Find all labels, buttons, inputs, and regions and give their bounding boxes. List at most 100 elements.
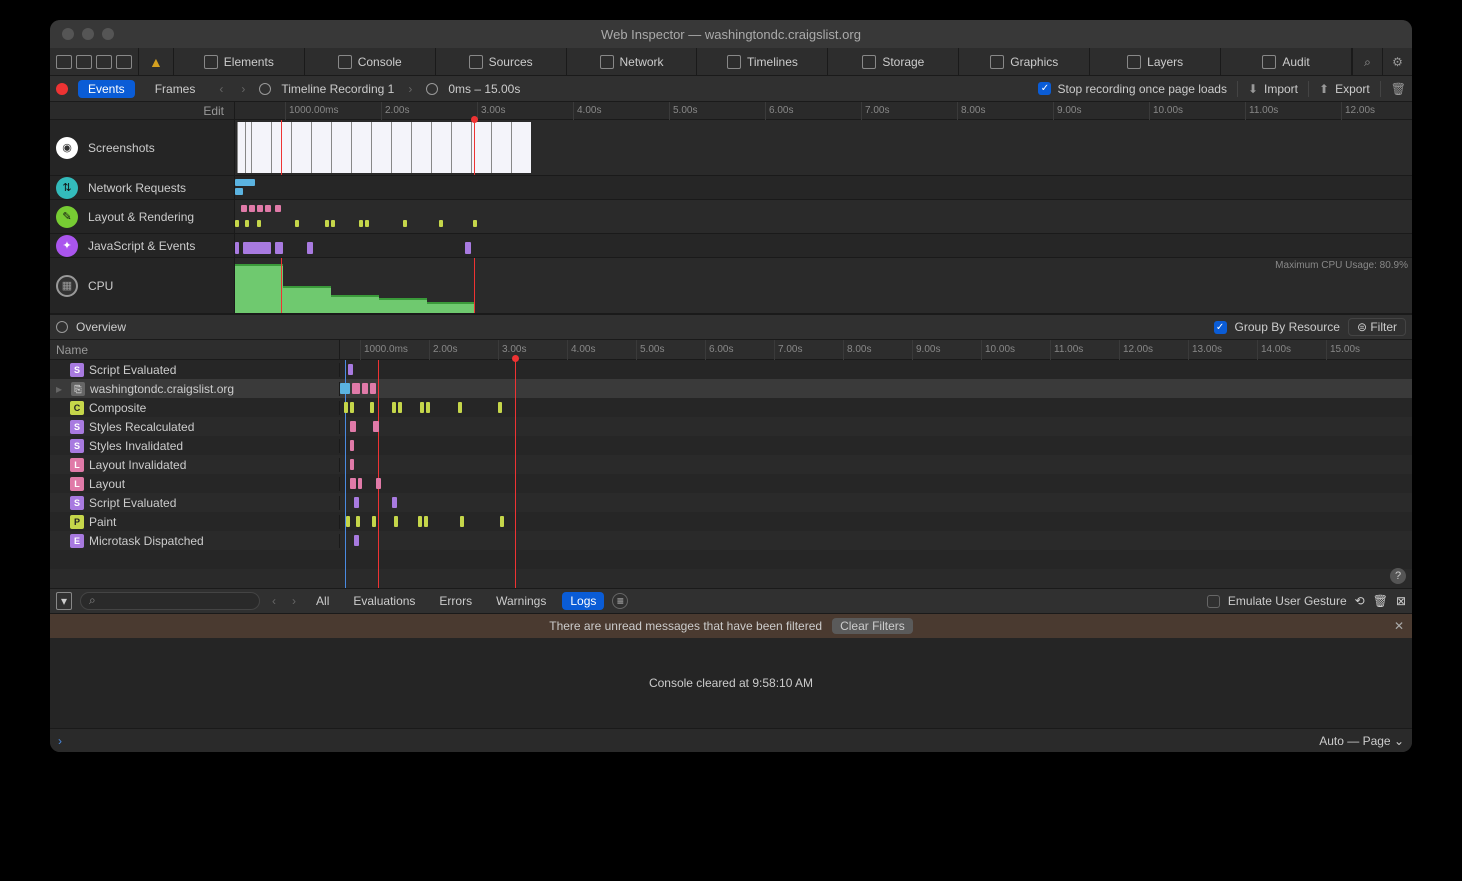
console-clear-icon[interactable]: 🗑 xyxy=(1373,594,1388,608)
dock-side-icon[interactable] xyxy=(56,55,72,69)
stop-recording-checkbox[interactable]: ✓ xyxy=(1038,82,1051,95)
table-row[interactable]: EMicrotask Dispatched xyxy=(50,531,1412,550)
edit-button[interactable]: Edit xyxy=(50,102,235,119)
detail-header: Name 1000.0ms2.00s3.00s4.00s5.00s6.00s7.… xyxy=(50,340,1412,360)
tab-elements[interactable]: Elements xyxy=(174,48,305,75)
tab-graphics[interactable]: Graphics xyxy=(959,48,1090,75)
console-icon xyxy=(338,55,352,69)
emulate-checkbox[interactable] xyxy=(1207,595,1220,608)
inspector-window: Web Inspector — washingtondc.craigslist.… xyxy=(50,20,1412,752)
filter-evaluations[interactable]: Evaluations xyxy=(345,592,423,610)
filter-errors[interactable]: Errors xyxy=(431,592,480,610)
table-row[interactable]: PPaint xyxy=(50,512,1412,531)
tab-timelines[interactable]: Timelines xyxy=(697,48,828,75)
frames-toggle[interactable]: Frames xyxy=(145,80,206,98)
console-reload-icon[interactable]: ⟲ xyxy=(1355,594,1365,608)
emulate-label: Emulate User Gesture xyxy=(1228,594,1347,608)
filter-input[interactable]: ⊜ Filter xyxy=(1348,318,1406,336)
table-row[interactable]: LLayout Invalidated xyxy=(50,455,1412,474)
filter-logs[interactable]: Logs xyxy=(562,592,604,610)
console-prompt[interactable]: › Auto — Page ⌄ xyxy=(50,728,1412,752)
stopwatch-icon xyxy=(259,83,271,95)
console-toggle-icon[interactable]: ▾ xyxy=(56,592,72,610)
name-column-header[interactable]: Name xyxy=(50,340,340,359)
console-search[interactable]: ⌕ xyxy=(80,592,260,610)
table-row[interactable]: CComposite xyxy=(50,398,1412,417)
track-screenshots: ◉Screenshots xyxy=(50,120,1412,176)
timeline-subbar: Events Frames ‹ › Timeline Recording 1 ›… xyxy=(50,76,1412,102)
js-icon: ✦ xyxy=(56,235,78,257)
reload-icon[interactable] xyxy=(116,55,132,69)
console-cleared-text: Console cleared at 9:58:10 AM xyxy=(649,676,813,690)
track-layout: ✎Layout & Rendering xyxy=(50,200,1412,234)
nav-fwd-icon[interactable]: › xyxy=(237,82,249,96)
context-selector[interactable]: Auto — Page ⌄ xyxy=(1319,734,1404,748)
overview-label[interactable]: Overview xyxy=(76,320,126,334)
table-row[interactable]: SScript Evaluated xyxy=(50,360,1412,379)
console-toolbar: ▾ ⌕ ‹ › All Evaluations Errors Warnings … xyxy=(50,588,1412,614)
group-checkbox[interactable]: ✓ xyxy=(1214,321,1227,334)
table-row[interactable]: SStyles Invalidated xyxy=(50,436,1412,455)
filter-icon: ⊜ xyxy=(1357,320,1370,334)
tab-console[interactable]: Console xyxy=(305,48,436,75)
export-button[interactable]: Export xyxy=(1335,82,1370,96)
tab-network[interactable]: Network xyxy=(567,48,698,75)
titlebar: Web Inspector — washingtondc.craigslist.… xyxy=(50,20,1412,48)
layers-icon xyxy=(1127,55,1141,69)
export-icon: ⬆ xyxy=(1319,82,1329,96)
filter-notice: There are unread messages that have been… xyxy=(50,614,1412,638)
group-label: Group By Resource xyxy=(1235,320,1340,334)
track-js: ✦JavaScript & Events xyxy=(50,234,1412,258)
network-icon: ⇅ xyxy=(56,177,78,199)
table-row[interactable]: LLayout xyxy=(50,474,1412,493)
traffic-lights[interactable] xyxy=(62,28,114,40)
window-title: Web Inspector — washingtondc.craigslist.… xyxy=(601,27,861,42)
settings-icon[interactable]: ⚙ xyxy=(1382,48,1412,75)
prompt-icon: › xyxy=(58,734,62,748)
tab-audit[interactable]: Audit xyxy=(1221,48,1352,75)
tab-layers[interactable]: Layers xyxy=(1090,48,1221,75)
clear-filters-button[interactable]: Clear Filters xyxy=(832,618,913,634)
import-icon: ⬇ xyxy=(1248,82,1258,96)
trash-icon[interactable]: 🗑 xyxy=(1391,82,1406,96)
record-button[interactable] xyxy=(56,83,68,95)
notice-text: There are unread messages that have been… xyxy=(549,619,822,633)
range-crumb[interactable]: 0ms – 15.00s xyxy=(448,82,520,96)
filter-settings-icon[interactable]: ≡ xyxy=(612,593,628,609)
warning-icon[interactable]: ▲ xyxy=(145,54,167,70)
tab-sources[interactable]: Sources xyxy=(436,48,567,75)
sources-icon xyxy=(469,55,483,69)
elements-icon xyxy=(204,55,218,69)
cpu-icon: ▦ xyxy=(56,275,78,297)
detail-rows: ? SScript Evaluated▸⎘washingtondc.craigs… xyxy=(50,360,1412,588)
table-row[interactable]: ▸⎘washingtondc.craigslist.org xyxy=(50,379,1412,398)
table-row[interactable]: SScript Evaluated xyxy=(50,493,1412,512)
timelines-icon xyxy=(727,55,741,69)
filter-warnings[interactable]: Warnings xyxy=(488,592,554,610)
graphics-icon xyxy=(990,55,1004,69)
track-cpu: ▦CPU Maximum CPU Usage: 80.9% xyxy=(50,258,1412,314)
clock-icon xyxy=(426,83,438,95)
track-network: ⇅Network Requests xyxy=(50,176,1412,200)
table-row[interactable]: SStyles Recalculated xyxy=(50,417,1412,436)
overview-ruler[interactable]: Edit 1000.00ms2.00s3.00s4.00s5.00s6.00s7… xyxy=(50,102,1412,120)
recording-crumb[interactable]: Timeline Recording 1 xyxy=(281,82,394,96)
dock-window-icon[interactable] xyxy=(96,55,112,69)
filter-all[interactable]: All xyxy=(308,592,337,610)
detail-toolbar: Overview ✓ Group By Resource ⊜ Filter xyxy=(50,314,1412,340)
nav-back-icon[interactable]: ‹ xyxy=(215,82,227,96)
events-toggle[interactable]: Events xyxy=(78,80,135,98)
dock-bottom-icon[interactable] xyxy=(76,55,92,69)
console-prev-icon[interactable]: ‹ xyxy=(268,594,280,608)
tab-storage[interactable]: Storage xyxy=(828,48,959,75)
search-icon[interactable]: ⌕ xyxy=(1352,48,1382,75)
audit-icon xyxy=(1262,55,1276,69)
camera-icon: ◉ xyxy=(56,137,78,159)
stop-recording-label: Stop recording once page loads xyxy=(1057,82,1226,96)
notice-close-icon[interactable]: ✕ xyxy=(1394,619,1404,633)
console-close-icon[interactable]: ⊠ xyxy=(1396,594,1406,608)
overview-icon xyxy=(56,321,68,333)
import-button[interactable]: Import xyxy=(1264,82,1298,96)
cpu-max-label: Maximum CPU Usage: 80.9% xyxy=(1275,260,1408,271)
console-next-icon[interactable]: › xyxy=(288,594,300,608)
